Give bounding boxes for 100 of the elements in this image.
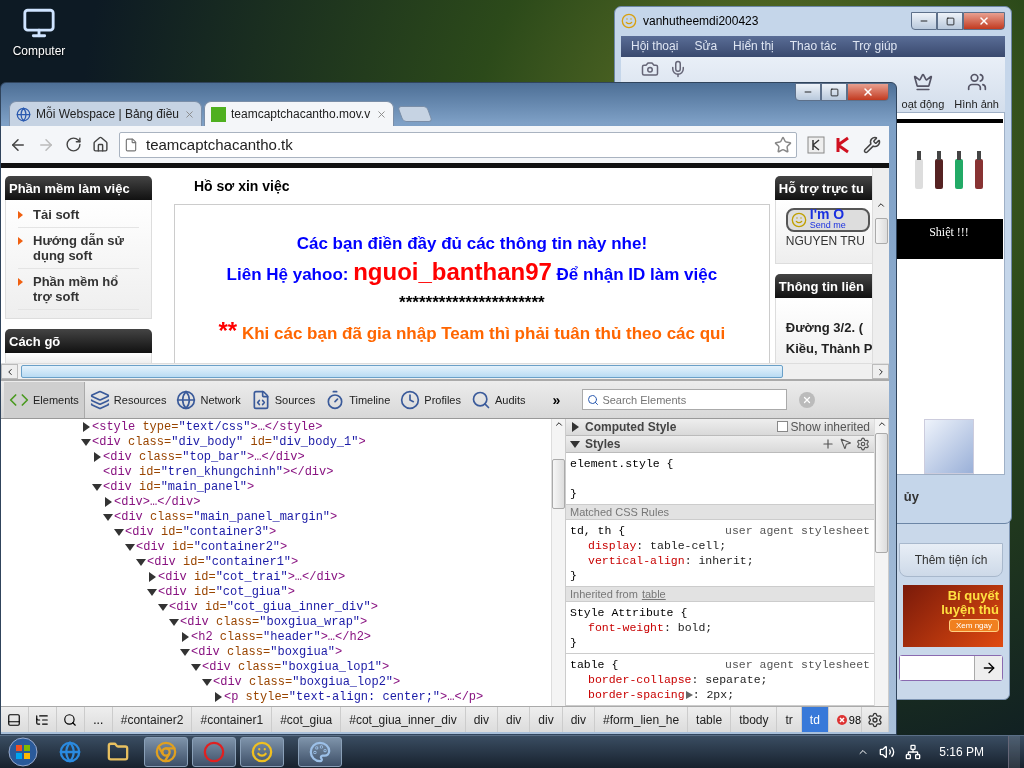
expand-triangle-icon[interactable] xyxy=(81,421,91,432)
error-count[interactable]: 98 xyxy=(848,713,862,726)
element-link[interactable]: table xyxy=(641,587,666,600)
minimize-button[interactable] xyxy=(911,12,937,31)
browser-tab[interactable]: Mỗi Webspace | Bảng điều xyxy=(9,101,202,126)
browser-tab[interactable]: teamcaptchacantho.mov.v xyxy=(204,101,394,126)
settings-button[interactable] xyxy=(861,707,890,732)
dom-node[interactable]: <div id="container2"> xyxy=(136,539,288,554)
dom-node[interactable]: <div class="top_bar">…</div> xyxy=(103,449,305,464)
vertical-scrollbar[interactable] xyxy=(872,168,889,363)
panel-tab[interactable]: Sources xyxy=(245,381,321,418)
menu-item[interactable]: Thao tác xyxy=(789,39,837,54)
panel-tab[interactable]: Network xyxy=(171,381,246,418)
start-button[interactable] xyxy=(6,737,40,767)
dom-node[interactable]: <div id="tren_khungchinh"></div> xyxy=(103,464,334,479)
more-button[interactable]: ... xyxy=(84,707,113,732)
taskbar-button[interactable] xyxy=(298,737,342,767)
close-button[interactable] xyxy=(847,83,889,101)
search-field[interactable]: Search Elements xyxy=(582,389,788,410)
dom-node[interactable]: <div id="cot_trai">…</div> xyxy=(158,569,346,584)
vertical-scrollbar[interactable] xyxy=(551,419,566,706)
address-bar[interactable]: teamcaptchacantho.tk xyxy=(119,131,797,158)
close-button[interactable] xyxy=(963,12,1005,31)
expand-triangle-icon[interactable] xyxy=(147,571,157,582)
close-icon[interactable] xyxy=(376,108,387,120)
dom-node[interactable]: <style type="text/css">…</style> xyxy=(92,419,323,434)
breadcrumb[interactable]: table xyxy=(688,707,732,732)
expand-triangle-icon[interactable] xyxy=(684,690,693,699)
add-icon[interactable] xyxy=(821,436,835,451)
sidebar-link[interactable]: Hướng dẫn sử dụng soft xyxy=(33,233,139,263)
computed-style-header[interactable]: Computed Style xyxy=(585,419,773,434)
more-panels-button[interactable]: » xyxy=(552,391,561,408)
search-input[interactable]: Search Elements xyxy=(602,392,783,407)
desktop-icon-label[interactable]: Computer xyxy=(12,44,66,58)
dom-node[interactable]: <div class="boxgiua_lop2"> xyxy=(213,674,401,689)
network-icon[interactable] xyxy=(905,744,922,760)
expand-triangle-icon[interactable] xyxy=(103,496,113,507)
expand-triangle-icon[interactable] xyxy=(202,676,212,687)
dom-node[interactable]: <div class="boxgiua_wrap"> xyxy=(180,614,368,629)
breadcrumb[interactable]: #container1 xyxy=(192,707,273,732)
dom-node[interactable]: <div class="main_panel_margin"> xyxy=(114,509,338,524)
message-field[interactable] xyxy=(899,655,1003,681)
panel-tab[interactable]: Profiles xyxy=(395,381,466,418)
wrench-icon[interactable] xyxy=(863,135,881,154)
star-icon[interactable] xyxy=(774,135,792,154)
breadcrumb[interactable]: #cot_giua xyxy=(272,707,342,732)
scroll-thumb[interactable] xyxy=(552,459,565,509)
expand-triangle-icon[interactable] xyxy=(92,451,102,462)
send-button[interactable] xyxy=(974,656,1002,680)
maximize-button[interactable] xyxy=(821,83,847,101)
breadcrumb[interactable]: #container2 xyxy=(112,707,193,732)
online-status-badge[interactable]: I'm O Send me xyxy=(785,208,870,232)
computer-icon[interactable] xyxy=(22,6,56,40)
volume-icon[interactable] xyxy=(879,744,896,760)
webcam-icon[interactable] xyxy=(641,59,659,78)
clock[interactable]: 5:16 PM xyxy=(939,745,984,759)
dom-node[interactable]: <div id="container3"> xyxy=(125,524,277,539)
dom-node[interactable]: <p style="text-align: center;">…</p> xyxy=(224,689,484,704)
dom-node[interactable]: <div class="boxgiua"> xyxy=(191,644,343,659)
dom-node[interactable]: <div id="main_panel"> xyxy=(103,479,255,494)
expand-triangle-icon[interactable] xyxy=(191,661,201,672)
show-inherited-checkbox[interactable]: Show inherited xyxy=(776,419,870,434)
dom-node[interactable]: <div id="cot_giua"> xyxy=(158,584,295,599)
sidebar-link[interactable]: Phần mềm hổ trợ soft xyxy=(33,274,139,304)
scroll-thumb[interactable] xyxy=(875,433,888,553)
pointer-icon[interactable] xyxy=(839,437,852,451)
dom-node[interactable]: <div id="cot_giua_inner_div"> xyxy=(169,599,378,614)
expand-triangle-icon[interactable] xyxy=(103,511,113,522)
menu-item[interactable]: Hiển thị xyxy=(733,39,774,54)
home-button[interactable] xyxy=(92,136,109,153)
dom-node[interactable]: <div id="container1"> xyxy=(147,554,299,569)
breadcrumb[interactable]: div xyxy=(562,707,596,732)
scroll-thumb[interactable] xyxy=(874,218,888,244)
expand-triangle-icon[interactable] xyxy=(180,646,190,657)
expand-triangle-icon[interactable] xyxy=(114,526,124,537)
microphone-icon[interactable] xyxy=(669,59,687,78)
toolbar-button[interactable]: oạt động xyxy=(901,59,945,110)
settings-icon[interactable] xyxy=(856,436,870,451)
panel-tab[interactable]: Resources xyxy=(84,381,172,418)
menu-item[interactable]: Trợ giúp xyxy=(852,39,898,54)
horizontal-scrollbar[interactable] xyxy=(1,363,889,379)
breadcrumb[interactable]: td xyxy=(801,707,829,732)
expand-triangle-icon[interactable] xyxy=(169,616,179,627)
minimize-button[interactable] xyxy=(795,83,821,101)
breadcrumb[interactable]: tr xyxy=(777,707,802,732)
breadcrumb[interactable]: #cot_giua_inner_div xyxy=(341,707,466,732)
vertical-scrollbar[interactable] xyxy=(874,419,889,706)
extension-icon[interactable] xyxy=(807,135,825,154)
expand-triangle-icon[interactable] xyxy=(570,438,580,449)
expand-triangle-icon[interactable] xyxy=(570,421,580,432)
breadcrumb[interactable]: div xyxy=(465,707,498,732)
breadcrumb[interactable]: div xyxy=(498,707,531,732)
taskbar-button[interactable] xyxy=(240,737,284,767)
maximize-button[interactable] xyxy=(937,12,963,31)
toolbar-button[interactable]: Hình ảnh xyxy=(954,59,999,110)
panel-tab[interactable]: Elements xyxy=(4,381,85,418)
breadcrumb[interactable]: tbody xyxy=(731,707,778,732)
expand-triangle-icon[interactable] xyxy=(158,601,168,612)
reload-button[interactable] xyxy=(65,136,82,153)
breadcrumb[interactable]: #form_lien_he xyxy=(595,707,689,732)
